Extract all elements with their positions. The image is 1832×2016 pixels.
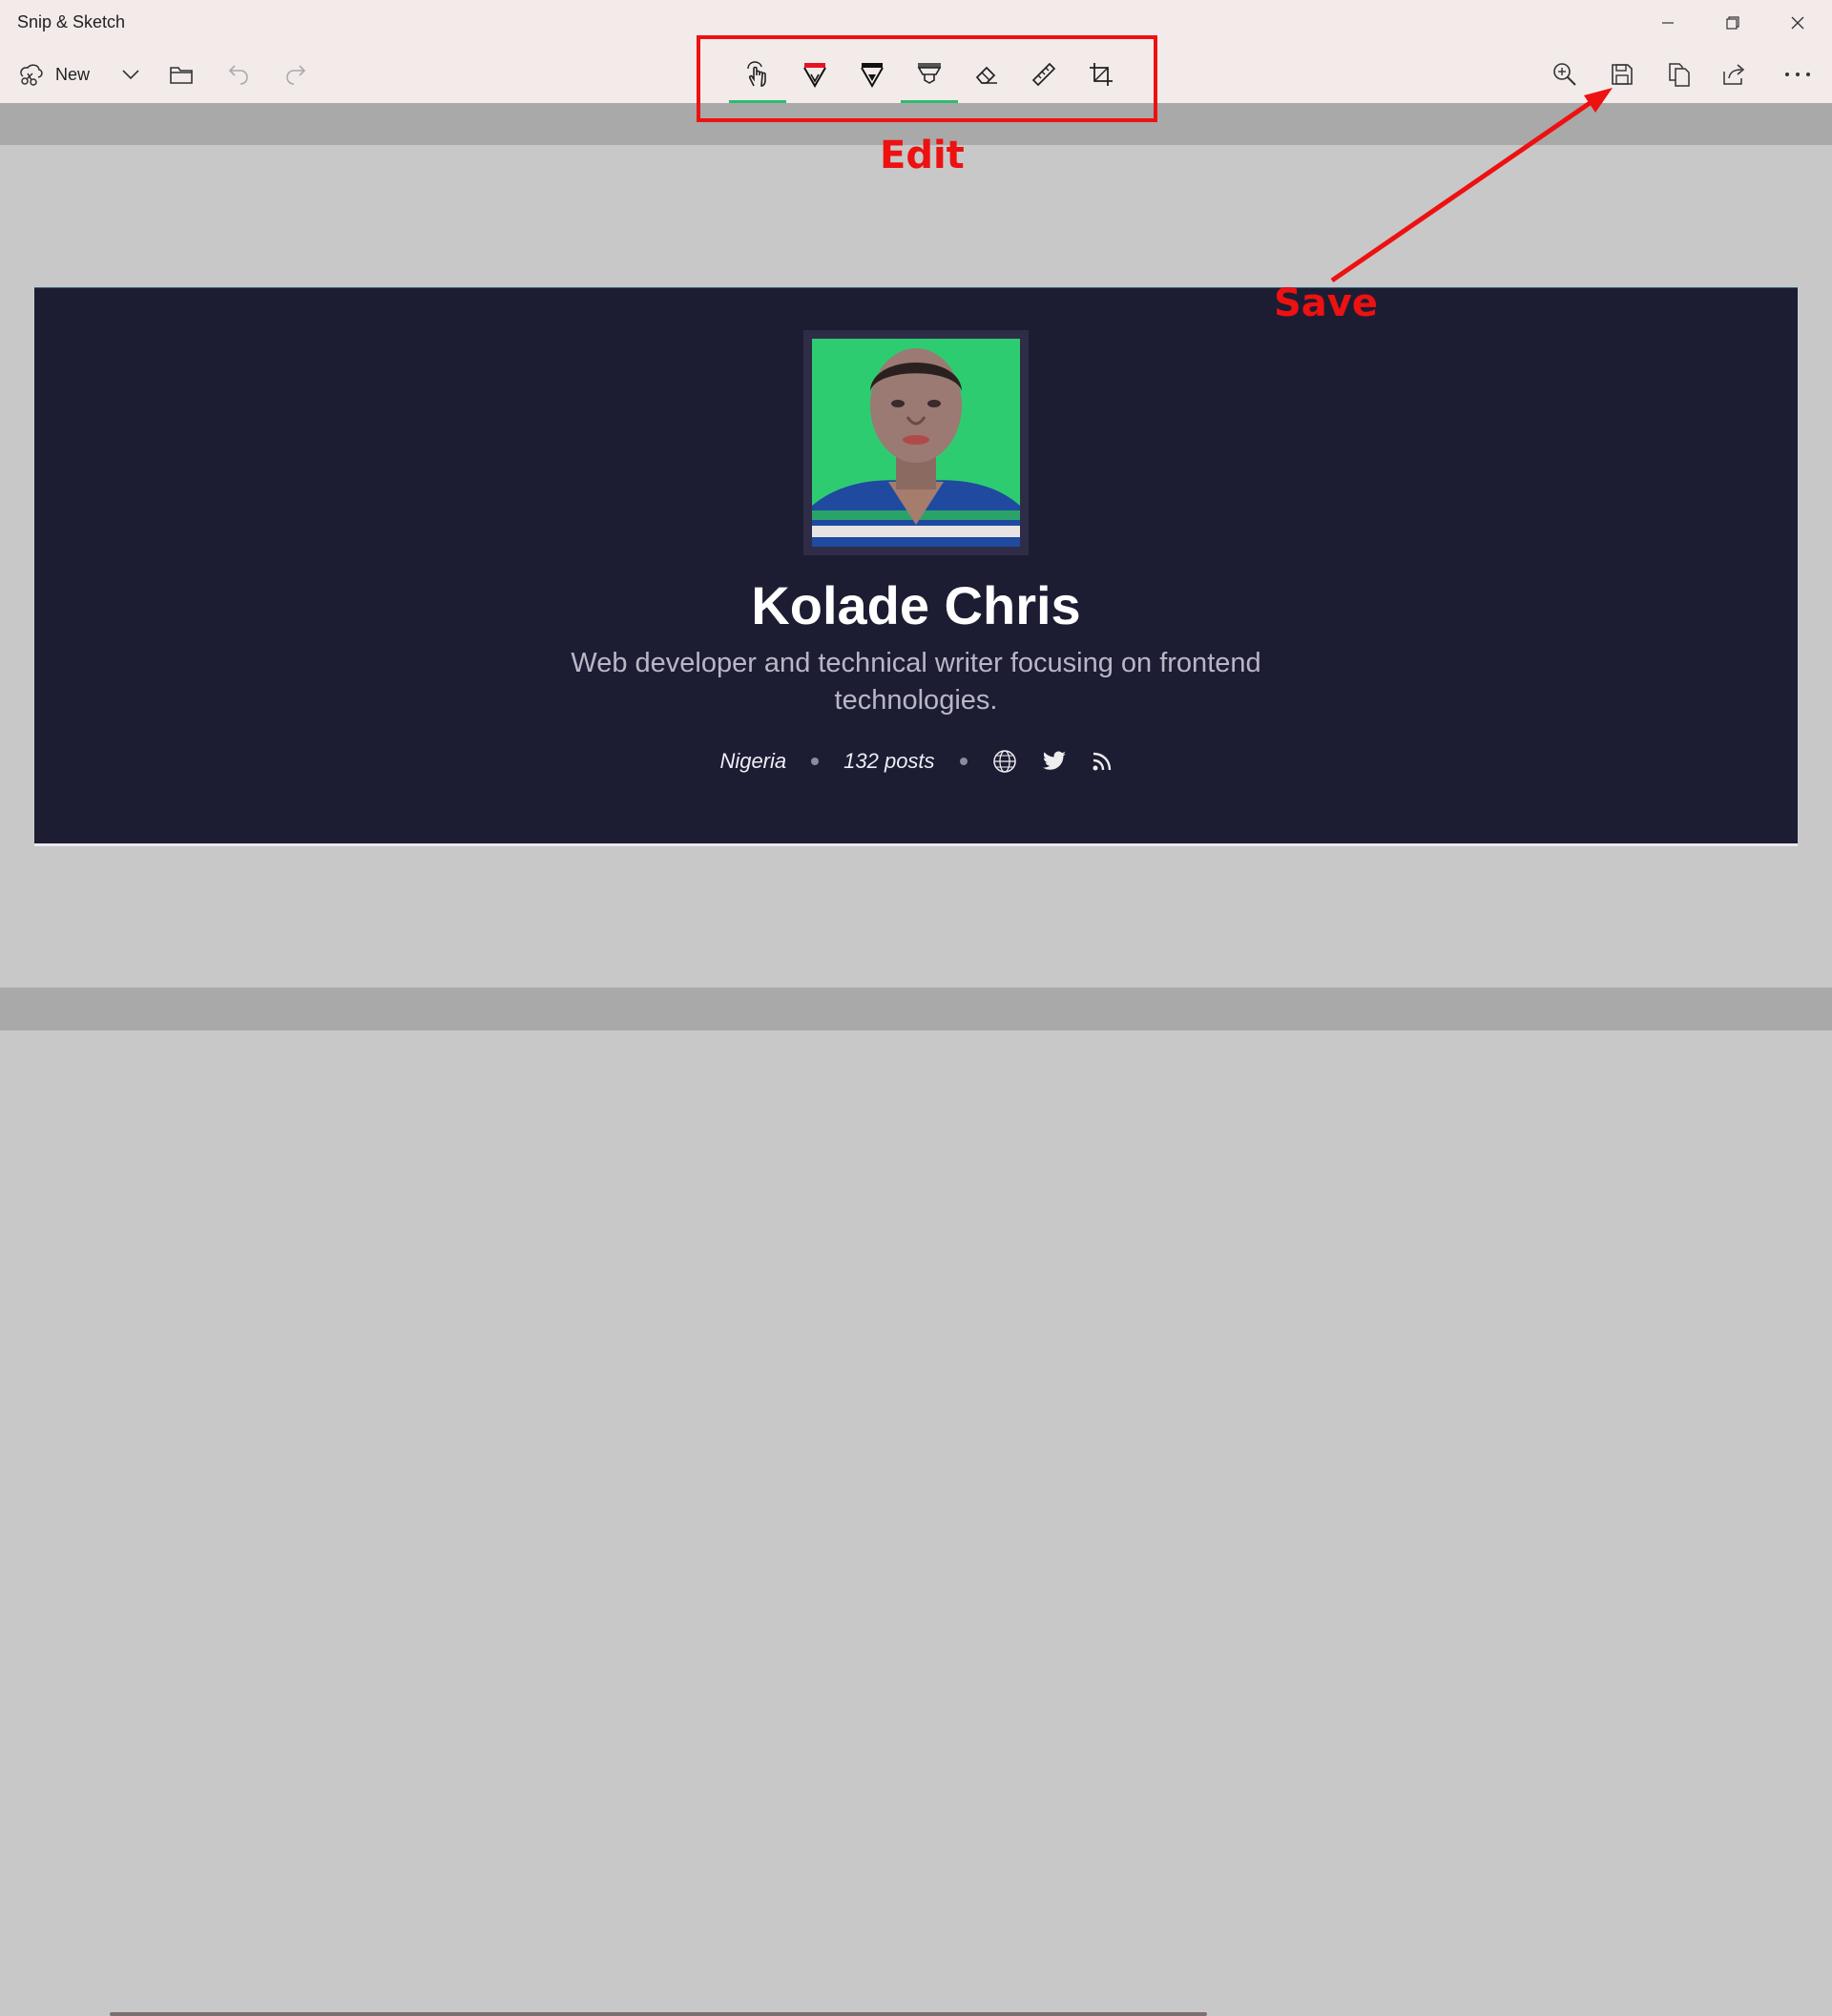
horizontal-scrollbar[interactable] — [110, 2012, 1207, 2016]
save-annotation-arrow — [1330, 88, 1613, 283]
